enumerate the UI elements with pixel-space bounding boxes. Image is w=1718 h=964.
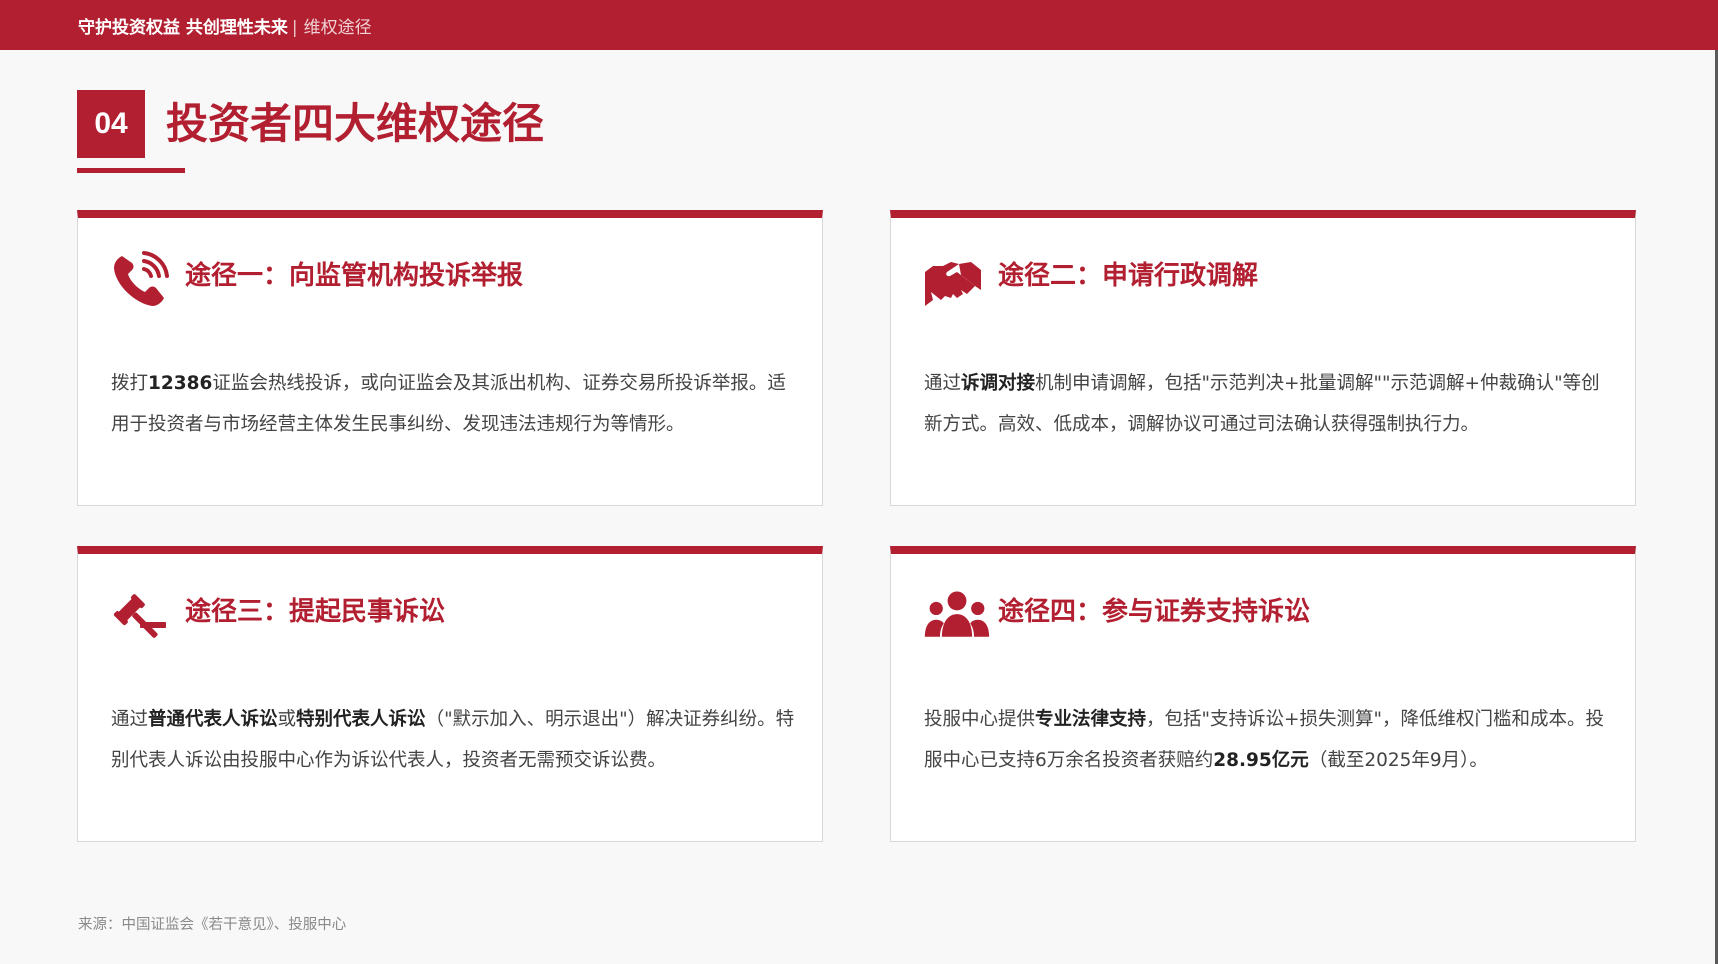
- body-text: 拨打: [111, 373, 149, 394]
- gavel-icon: [110, 586, 170, 646]
- body-text: 或: [277, 709, 297, 730]
- body-text: （截至2025年9月）。: [1308, 750, 1488, 771]
- card-title: 途径一：向监管机构投诉举报: [185, 261, 524, 291]
- card-route-2: 途径二：申请行政调解 通过诉调对接机制申请调解，包括"示范判决+批量调解""示范…: [890, 210, 1636, 506]
- card-body: 通过诉调对接机制申请调解，包括"示范判决+批量调解""示范调解+仲裁确认"等创新…: [924, 363, 1614, 445]
- emphasis-text: 特别代表人诉讼: [296, 709, 426, 730]
- source-note: 来源：中国证监会《若干意见》、投服中心: [78, 917, 347, 933]
- handshake-icon: [923, 250, 983, 310]
- page-title: 投资者四大维权途径: [166, 99, 545, 148]
- banner-separator: |: [291, 17, 298, 38]
- card-title: 途径二：申请行政调解: [998, 261, 1259, 291]
- body-text: 证监会热线投诉，或向证监会及其派出机构、证券交易所投诉举报。适用于投资者与市场经…: [111, 373, 786, 435]
- card-title: 途径四：参与证券支持诉讼: [998, 597, 1311, 627]
- card-route-4: 途径四：参与证券支持诉讼 投服中心提供专业法律支持，包括"支持诉讼+损失测算"，…: [890, 546, 1636, 842]
- section-number-badge: 04: [77, 90, 145, 158]
- card-body: 投服中心提供专业法律支持，包括"支持诉讼+损失测算"，降低维权门槛和成本。投服中…: [924, 699, 1614, 781]
- card-route-3: 途径三：提起民事诉讼 通过普通代表人诉讼或特别代表人诉讼（"默示加入、明示退出"…: [77, 546, 823, 842]
- card-title: 途径三：提起民事诉讼: [185, 597, 446, 627]
- banner-section: 维权途径: [303, 17, 372, 38]
- top-banner: 守护投资权益 共创理性未来 | 维权途径: [0, 0, 1718, 50]
- card-body: 拨打12386证监会热线投诉，或向证监会及其派出机构、证券交易所投诉举报。适用于…: [111, 363, 801, 445]
- emphasis-text: 专业法律支持: [1035, 709, 1147, 730]
- body-text: 通过: [111, 709, 149, 730]
- body-text: 投服中心提供: [924, 709, 1036, 730]
- banner-brand: 守护投资权益 共创理性未来: [78, 17, 288, 38]
- title-underline: [77, 168, 185, 173]
- emphasis-text: 28.95亿元: [1213, 750, 1309, 771]
- card-route-1: 途径一：向监管机构投诉举报 拨打12386证监会热线投诉，或向证监会及其派出机构…: [77, 210, 823, 506]
- group-users-icon: [923, 586, 990, 646]
- emphasis-text: 诉调对接: [961, 373, 1036, 394]
- card-body: 通过普通代表人诉讼或特别代表人诉讼（"默示加入、明示退出"）解决证券纠纷。特别代…: [111, 699, 801, 781]
- banner-text: 守护投资权益 共创理性未来 | 维权途径: [78, 13, 372, 38]
- emphasis-text: 12386: [148, 373, 213, 394]
- body-text: 通过: [924, 373, 962, 394]
- phone-icon: [110, 250, 170, 310]
- emphasis-text: 普通代表人诉讼: [148, 709, 278, 730]
